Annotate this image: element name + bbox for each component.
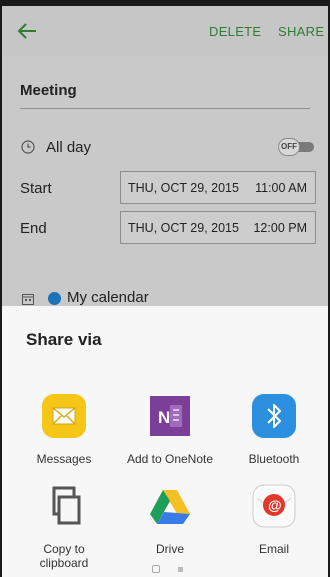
calendar-icon <box>22 294 34 305</box>
share-app-label: Copy to clipboard <box>39 542 89 570</box>
svg-text:@: @ <box>268 497 282 513</box>
share-button[interactable]: SHARE <box>278 24 324 39</box>
email-icon: @ <box>252 484 296 528</box>
end-date: THU, OCT 29, 2015 <box>128 221 239 235</box>
copy-clipboard-icon <box>52 486 81 525</box>
svg-text:N: N <box>158 408 170 427</box>
share-sheet: Share via Messages N Add to OneNote Blue… <box>2 306 328 577</box>
page-indicator <box>150 565 190 575</box>
page-dot <box>178 567 183 572</box>
event-title-field[interactable]: Meeting <box>20 82 77 99</box>
end-datetime-field[interactable]: THU, OCT 29, 2015 12:00 PM <box>120 211 316 244</box>
calendar-color-dot <box>48 292 61 305</box>
share-app-drive[interactable]: Drive <box>120 484 220 564</box>
drive-icon <box>150 490 190 524</box>
share-app-bluetooth[interactable]: Bluetooth <box>224 394 324 474</box>
share-app-copy-clipboard[interactable]: Copy to clipboard <box>14 484 114 570</box>
delete-button[interactable]: DELETE <box>209 24 261 39</box>
share-app-label: Messages <box>36 452 92 466</box>
page-dot-active <box>152 565 160 573</box>
start-datetime-field[interactable]: THU, OCT 29, 2015 11:00 AM <box>120 171 316 204</box>
bluetooth-icon <box>252 394 296 438</box>
start-time: 11:00 AM <box>255 181 307 195</box>
share-sheet-title: Share via <box>26 330 102 349</box>
share-app-label: Bluetooth <box>248 452 300 466</box>
app-bar: DELETE SHARE <box>2 6 328 56</box>
event-details: Meeting All day OFF Start THU, OCT 29, 2… <box>2 56 328 316</box>
share-app-messages[interactable]: Messages <box>14 394 114 474</box>
start-label: Start <box>20 180 52 197</box>
clock-icon <box>21 140 35 154</box>
share-app-email[interactable]: @ Email <box>224 484 324 564</box>
end-time: 12:00 PM <box>253 221 307 235</box>
share-app-label: Drive <box>155 542 184 556</box>
toggle-knob: OFF <box>278 138 300 156</box>
share-app-onenote[interactable]: N Add to OneNote <box>120 394 220 474</box>
messages-icon <box>42 394 86 438</box>
divider <box>20 108 310 109</box>
start-date: THU, OCT 29, 2015 <box>128 181 239 195</box>
end-label: End <box>20 220 47 237</box>
back-arrow-icon[interactable] <box>16 20 38 42</box>
allday-label: All day <box>46 139 92 156</box>
calendar-selector[interactable]: My calendar <box>67 289 149 306</box>
share-app-label: Add to OneNote <box>126 452 214 466</box>
onenote-icon: N <box>150 396 190 436</box>
screen: DELETE SHARE Meeting All day OFF Start T… <box>2 6 328 577</box>
allday-toggle[interactable]: OFF <box>278 138 314 156</box>
share-app-label: Email <box>258 542 289 556</box>
